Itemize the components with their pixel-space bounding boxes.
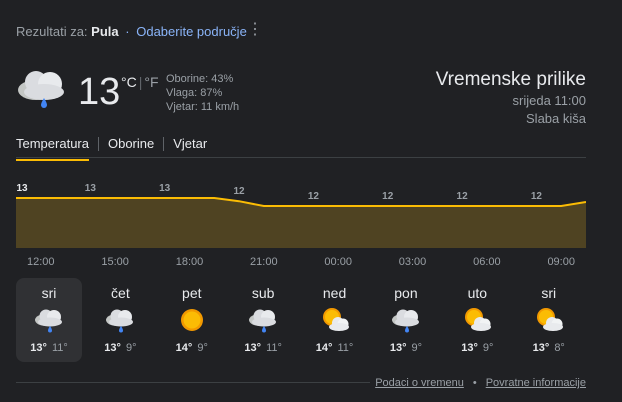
time-tick-label: 00:00 [324,256,352,268]
weather-title: Vremenske prilike [435,69,586,90]
day-name: pon [394,285,418,301]
day-card[interactable]: sri 13° 11° [16,278,82,362]
feedback-link[interactable]: Povratne informacije [486,377,586,389]
day-low: 9° [482,342,494,354]
weather-datetime: srijeda 11:00 [512,93,586,108]
daily-forecast: sri 13° 11° čet 13° 9° pet 14° 9° sub 13° 11° ne… [16,278,587,362]
change-area-link[interactable]: Odaberite područje [136,24,247,39]
day-low: 11° [337,342,354,354]
day-card[interactable]: sub 13° 11° [230,278,296,362]
unit-switch: °C | °F [121,74,159,90]
location-line: Rezultati za: Pula · Odaberite područje [16,24,247,39]
temperature-point-label: 12 [233,186,245,197]
weather-data-link[interactable]: Podaci o vremenu [375,377,464,389]
day-low: 9° [125,342,137,354]
time-tick-label: 15:00 [101,256,129,268]
weather-condition: Slaba kiša [526,111,586,126]
partly-cloudy-icon [461,306,493,334]
day-temperatures: 13° 11° [16,342,82,354]
time-tick-label: 09:00 [547,256,575,268]
day-high: 14° [175,342,193,354]
tab-underline-track [16,157,586,158]
day-card[interactable]: uto 13° 9° [444,278,510,362]
day-temperatures: 14° 9° [159,342,225,354]
day-low: 8° [554,342,565,354]
current-temperature: 13 [78,71,121,113]
temperature-point-label: 12 [382,191,394,202]
day-name: pet [182,285,202,301]
location-name: Pula [91,24,119,39]
precipitation-value: Oborine: 43% [166,73,234,85]
time-tick-label: 18:00 [175,256,204,268]
temperature-point-label: 12 [457,191,469,202]
temperature-point-label: 13 [159,183,171,194]
temperature-point-label: 12 [531,191,543,202]
temperature-point-label: 13 [16,183,28,194]
footer-divider [16,382,370,383]
wind-value: Vjetar: 11 km/h [166,101,240,113]
day-low: 11° [51,342,68,354]
partly-cloudy-icon [533,306,565,334]
cloud-rain-icon [33,306,65,334]
temperature-point-label: 12 [308,191,320,202]
day-high: 13° [461,342,478,354]
day-high: 13° [244,342,262,354]
day-temperatures: 14° 11° [302,342,368,354]
time-tick-label: 06:00 [473,256,501,268]
cloud-rain-icon [104,306,136,334]
day-name: ned [322,285,347,301]
tab-divider [97,136,99,151]
day-high: 14° [315,342,333,354]
footer-bullet: • [472,377,477,389]
more-options-icon[interactable]: ⋮ [247,22,263,38]
weather-header: Vremenske prilike srijeda 11:00 Slaba ki… [436,68,586,128]
sun-icon [176,306,208,334]
temperature-chart: 13 13 13 12 12 12 12 12 [16,178,587,253]
day-card[interactable]: čet 13° 9° [87,278,153,362]
day-temperatures: 13° 8° [516,342,582,354]
time-axis: 12:00 15:00 18:00 21:00 00:00 03:00 06:00 09:00 [16,256,586,272]
cloud-rain-icon [247,306,279,334]
humidity-value: Vlaga: 87% [166,87,223,99]
tab-divider [163,136,165,151]
partly-cloudy-icon [319,306,351,334]
day-temperatures: 13° 9° [373,342,439,354]
current-cloud-rain-icon [14,64,70,112]
fahrenheit-unit[interactable]: °F [144,74,158,90]
day-name: sub [251,285,275,301]
results-for-label: Rezultati za: [16,24,88,39]
day-low: 9° [197,342,208,354]
footer: Podaci o vremenu • Povratne informacije [375,377,586,389]
day-temperatures: 13° 9° [444,342,510,354]
day-card[interactable]: pon 13° 9° [373,278,439,362]
day-high: 13° [532,342,550,354]
current-details: Oborine: 43% Vlaga: 87% Vjetar: 11 km/h [166,72,239,114]
day-temperatures: 13° 9° [87,342,153,354]
temperature-point-label: 13 [85,183,97,194]
day-name: čet [111,285,130,301]
day-high: 13° [104,342,121,354]
day-card[interactable]: sri 13° 8° [516,278,582,362]
day-high: 13° [389,342,407,354]
location-separator: · [125,24,130,39]
day-name: sri [541,285,557,301]
time-tick-label: 21:00 [250,256,278,268]
day-low: 9° [411,342,423,354]
day-card[interactable]: pet 14° 9° [159,278,225,362]
day-high: 13° [30,342,47,354]
time-tick-label: 12:00 [27,256,55,268]
day-name: sri [41,285,57,301]
day-name: uto [467,285,488,301]
time-tick-label: 03:00 [398,256,427,268]
celsius-unit[interactable]: °C [121,74,137,90]
unit-separator: | [138,74,143,90]
cloud-rain-icon [390,306,422,334]
day-temperatures: 13° 11° [230,342,296,354]
day-card[interactable]: ned 14° 11° [302,278,368,362]
day-low: 11° [266,342,282,354]
